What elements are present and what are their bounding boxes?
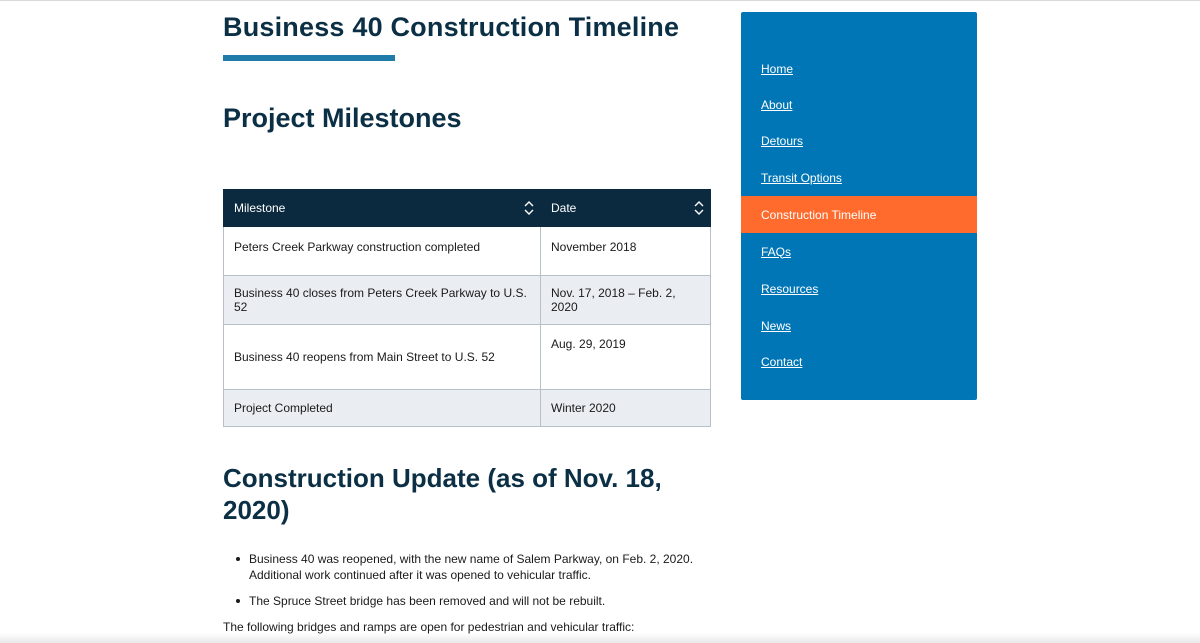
- cell-milestone: Business 40 closes from Peters Creek Par…: [223, 275, 541, 325]
- table-row: Project Completed Winter 2020: [223, 389, 711, 427]
- top-border: [0, 0, 1200, 1]
- sidebar-item-contact[interactable]: Contact: [741, 343, 977, 380]
- section-title-milestones: Project Milestones: [223, 103, 462, 133]
- update-list: Business 40 was reopened, with the new n…: [235, 551, 705, 619]
- column-header-label: Milestone: [234, 201, 286, 215]
- sidebar-item-transit-options[interactable]: Transit Options: [741, 159, 977, 196]
- milestones-table: Milestone Date Peters Creek Parkway cons…: [223, 189, 711, 427]
- column-header-date[interactable]: Date: [540, 189, 711, 227]
- sidebar-item-resources[interactable]: Resources: [741, 270, 977, 307]
- cell-milestone: Business 40 reopens from Main Street to …: [223, 324, 541, 390]
- table-row: Business 40 closes from Peters Creek Par…: [223, 275, 711, 325]
- sidebar-item-construction-timeline[interactable]: Construction Timeline: [741, 196, 977, 233]
- sidebar-item-news[interactable]: News: [741, 307, 977, 344]
- title-underline: [223, 55, 395, 61]
- sidebar-item-detours[interactable]: Detours: [741, 122, 977, 159]
- bottom-fade: [0, 633, 1200, 643]
- sidebar-item-home[interactable]: Home: [741, 50, 977, 87]
- table-header-row: Milestone Date: [223, 189, 711, 227]
- cell-date: Nov. 17, 2018 – Feb. 2, 2020: [540, 275, 711, 325]
- sidebar-item-faqs[interactable]: FAQs: [741, 233, 977, 270]
- table-row: Peters Creek Parkway construction comple…: [223, 226, 711, 276]
- table-row: Business 40 reopens from Main Street to …: [223, 324, 711, 390]
- cell-date: Winter 2020: [540, 389, 711, 427]
- column-header-label: Date: [551, 201, 577, 215]
- list-item: Business 40 was reopened, with the new n…: [235, 551, 705, 583]
- cell-milestone: Project Completed: [223, 389, 541, 427]
- column-header-milestone[interactable]: Milestone: [223, 189, 541, 227]
- following-text: The following bridges and ramps are open…: [223, 620, 635, 634]
- sort-updown-icon[interactable]: [524, 200, 534, 216]
- list-item: The Spruce Street bridge has been remove…: [235, 593, 705, 609]
- page-title: Business 40 Construction Timeline: [223, 12, 680, 42]
- sidebar-nav: Home About Detours Transit Options Const…: [741, 12, 977, 400]
- sort-updown-icon[interactable]: [694, 200, 704, 216]
- cell-milestone: Peters Creek Parkway construction comple…: [223, 226, 541, 276]
- sidebar-item-about[interactable]: About: [741, 86, 977, 123]
- cell-date: November 2018: [540, 226, 711, 276]
- section-title-update: Construction Update (as of Nov. 18, 2020…: [223, 463, 662, 525]
- cell-date: Aug. 29, 2019: [540, 324, 711, 390]
